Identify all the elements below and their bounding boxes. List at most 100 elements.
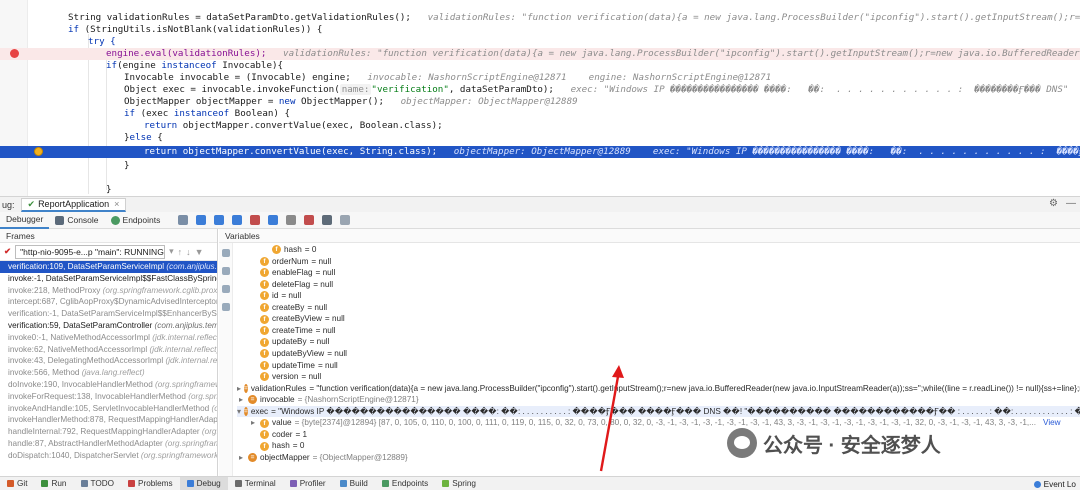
settings-icon[interactable] <box>222 303 230 311</box>
variable-row[interactable]: f version = null <box>249 371 1080 383</box>
breakpoint-icon[interactable] <box>10 49 19 58</box>
variable-row[interactable]: f createBy = null <box>249 302 1080 314</box>
code-line-breakpoint[interactable]: engine.eval(validationRules); validation… <box>0 48 1080 60</box>
code-line-6[interactable]: Invocable invocable = (Invocable) engine… <box>0 72 1080 84</box>
variable-row[interactable]: f enableFlag = null <box>249 267 1080 279</box>
chevron-right-icon[interactable]: ▸ <box>249 417 257 429</box>
evaluate-expression-icon[interactable] <box>322 215 333 225</box>
stack-frame[interactable]: invoke:-1, DataSetParamServiceImpl$$Fast… <box>0 273 217 285</box>
chevron-right-icon[interactable]: ▸ <box>237 452 245 464</box>
tool-tab-git[interactable]: Git <box>0 477 34 490</box>
force-step-into-icon[interactable] <box>250 215 261 225</box>
stack-frame[interactable]: invoke0:-1, NativeMethodAccessorImpl (jd… <box>0 332 217 344</box>
debug-session-tab[interactable]: ✔ ReportApplication × <box>20 197 127 212</box>
variable-row[interactable]: f createByView = null <box>249 313 1080 325</box>
stack-frame[interactable]: invokeForRequest:138, InvocableHandlerMe… <box>0 391 217 403</box>
variable-row[interactable]: f coder = 1 <box>249 429 1080 441</box>
code-line-14[interactable] <box>0 172 1080 184</box>
tab-debugger[interactable]: Debugger <box>0 212 50 229</box>
tool-tab-terminal[interactable]: Terminal <box>228 477 283 490</box>
tab-endpoints[interactable]: Endpoints <box>105 212 167 229</box>
tool-tab-todo[interactable]: TODO <box>74 477 122 490</box>
variable-row[interactable]: f createTime = null <box>249 325 1080 337</box>
stack-frame[interactable]: invoke:43, DelegatingMethodAccessorImpl … <box>0 355 217 367</box>
minimize-icon[interactable]: — <box>1066 198 1076 209</box>
code-line-11[interactable]: }else { <box>0 132 1080 144</box>
variable-row[interactable]: ▸ f value = {byte[2374]@12894} [87, 0, 105,… <box>249 417 1080 429</box>
variable-row[interactable]: ▸ = objectMapper = {ObjectMapper@12889} <box>237 452 1080 464</box>
code-editor[interactable]: String validationRules = dataSetParamDto… <box>0 0 1080 196</box>
variable-row[interactable]: f hash = 0 <box>261 244 1080 256</box>
stack-frame[interactable]: verification:109, DataSetParamServiceImp… <box>0 261 217 273</box>
code-line-1[interactable]: String validationRules = dataSetParamDto… <box>0 12 1080 24</box>
chevron-down-icon[interactable]: ▾ <box>169 246 174 257</box>
code-line-3[interactable]: try { <box>0 36 1080 48</box>
collapse-icon[interactable] <box>222 267 230 275</box>
step-out-icon[interactable] <box>268 215 279 225</box>
tool-tab-run[interactable]: Run <box>34 477 73 490</box>
variable-row[interactable]: ▸ = validationRules = "function verificatio… <box>237 383 1080 395</box>
stack-frame[interactable]: invoke:218, MethodProxy (org.springframe… <box>0 285 217 297</box>
stack-frame[interactable]: intercept:687, CglibAopProxy$DynamicAdvi… <box>0 296 217 308</box>
event-log-button[interactable]: Event Lo <box>1033 477 1076 490</box>
chevron-right-icon[interactable]: ▸ <box>237 383 241 395</box>
run-to-cursor-icon[interactable] <box>304 215 315 225</box>
tab-console[interactable]: Console <box>49 212 104 229</box>
stack-frame[interactable]: invoke:62, NativeMethodAccessorImpl (jdk… <box>0 344 217 356</box>
step-over-icon[interactable] <box>214 215 225 225</box>
close-icon[interactable]: × <box>114 199 119 209</box>
arrow-down-icon[interactable]: ↓ <box>186 247 191 257</box>
variable-row[interactable]: f updateByView = null <box>249 348 1080 360</box>
variable-row[interactable]: f orderNum = null <box>249 256 1080 268</box>
stack-frame[interactable]: invokeHandlerMethod:878, RequestMappingH… <box>0 414 217 426</box>
variable-row[interactable]: f hash = 0 <box>249 440 1080 452</box>
stack-frame[interactable]: handleInternal:792, RequestMappingHandle… <box>0 426 217 438</box>
code-line-15[interactable]: } <box>0 184 1080 196</box>
variable-row[interactable]: ▾ = exec = "Windows IP ���������������� ���… <box>237 405 1080 418</box>
stack-frame[interactable]: doDispatch:1040, DispatcherServlet (org.… <box>0 450 217 462</box>
filter-icon[interactable]: ▼ <box>195 247 204 257</box>
thread-select[interactable]: "http-nio-9095-e...p "main": RUNNING <box>15 244 166 259</box>
tool-tab-endpoints[interactable]: Endpoints <box>375 477 435 490</box>
code-text: String validationRules = dataSetParamDto… <box>68 12 411 23</box>
code-line-8[interactable]: ObjectMapper objectMapper = new ObjectMa… <box>0 96 1080 108</box>
copy-icon[interactable] <box>222 285 230 293</box>
variable-row[interactable]: ▸ = invocable = {NashornScriptEngine@12871} <box>237 394 1080 406</box>
variable-row[interactable]: f updateTime = null <box>249 360 1080 372</box>
tool-tab-problems[interactable]: Problems <box>121 477 180 490</box>
code-line-5[interactable]: if(engine instanceof Invocable){ <box>0 60 1080 72</box>
stack-frame[interactable]: invoke:566, Method (java.lang.reflect) <box>0 367 217 379</box>
code-line-9[interactable]: if (exec instanceof Boolean) { <box>0 108 1080 120</box>
code-line-current-execution[interactable]: return objectMapper.convertValue(exec, S… <box>0 146 1080 158</box>
stack-frame[interactable]: handle:87, AbstractHandlerMethodAdapter … <box>0 438 217 450</box>
tool-tab-debug[interactable]: Debug <box>179 476 228 490</box>
stack-frame[interactable]: invokeAndHandle:105, ServletInvocableHan… <box>0 403 217 415</box>
code-line-13[interactable]: } <box>0 160 1080 172</box>
code-text: engine.eval(validationRules); <box>106 48 267 59</box>
variable-row[interactable]: f deleteFlag = null <box>249 279 1080 291</box>
code-line-7[interactable]: Object exec = invocable.invokeFunction(n… <box>0 84 1080 96</box>
code-line-2[interactable]: if (StringUtils.isNotBlank(validationRul… <box>0 24 1080 36</box>
tool-tab-profiler[interactable]: Profiler <box>283 477 333 490</box>
tool-tab-spring[interactable]: Spring <box>435 477 483 490</box>
variable-row[interactable]: f updateBy = null <box>249 336 1080 348</box>
code-line-10[interactable]: return objectMapper.convertValue(exec, B… <box>0 120 1080 132</box>
stack-frame[interactable]: verification:59, DataSetParamController … <box>0 320 217 332</box>
variable-value: = null <box>313 279 334 289</box>
tool-tab-build[interactable]: Build <box>333 477 375 490</box>
stack-frame[interactable]: doInvoke:190, InvocableHandlerMethod (or… <box>0 379 217 391</box>
frame-method: invokeForRequest:138, InvocableHandlerMe… <box>8 391 186 401</box>
show-execution-point-icon[interactable] <box>196 215 207 225</box>
add-watch-icon[interactable] <box>222 249 230 257</box>
layout-icon[interactable] <box>178 215 189 225</box>
stack-frame[interactable]: verification:-1, DataSetParamServiceImpl… <box>0 308 217 320</box>
drop-frame-icon[interactable] <box>286 215 297 225</box>
chevron-down-icon[interactable]: ▾ <box>237 406 241 418</box>
step-into-icon[interactable] <box>232 215 243 225</box>
trace-icon[interactable] <box>340 215 351 225</box>
gear-icon[interactable]: ⚙ <box>1049 198 1058 209</box>
view-link[interactable]: View <box>1043 417 1061 429</box>
arrow-up-icon[interactable]: ↑ <box>178 247 183 257</box>
chevron-right-icon[interactable]: ▸ <box>237 394 245 406</box>
variable-row[interactable]: f id = null <box>249 290 1080 302</box>
